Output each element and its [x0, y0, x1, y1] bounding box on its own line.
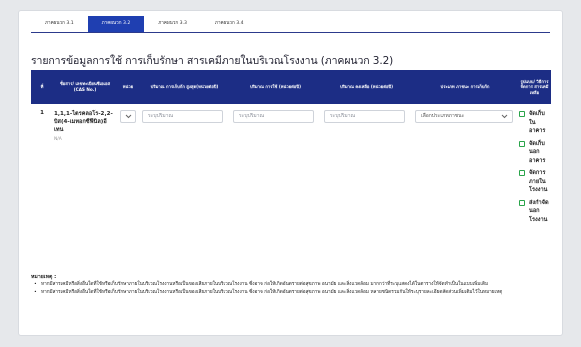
tab-appendix-3-4[interactable]: ภาคผนวก 3.4 — [201, 16, 258, 32]
header-chemical: ชื่อสาร/ เลขทะเบียนซีเอเอส (CAS No.) — [53, 70, 117, 104]
tab-appendix-3-3[interactable]: ภาคผนวก 3.3 — [144, 16, 201, 32]
table-row: 1 1,1,1-ไตรคลอโร-2,2-บิส(4-เมทอกซีฟีนิล)… — [31, 104, 551, 229]
method-option-onsite[interactable]: จัดการภายในโรงงาน — [519, 169, 550, 195]
chemical-cell: 1,1,1-ไตรคลอโร-2,2-บิส(4-เมทอกซีฟีนิล)อี… — [53, 104, 117, 229]
checkbox[interactable] — [519, 111, 525, 117]
container-type-cell: เลือกประเภทภาชนะ — [412, 104, 518, 229]
unit-cell — [117, 104, 139, 229]
header-usage: ปริมาณ การใช้ (หน่วยต่อปี) — [230, 70, 321, 104]
table-header-row: ที่ ชื่อสาร/ เลขทะเบียนซีเอเอส (CAS No.)… — [31, 70, 551, 104]
chemical-table: ที่ ชื่อสาร/ เลขทะเบียนซีเอเอส (CAS No.)… — [31, 70, 551, 229]
method-option-outdoor[interactable]: จัดเก็บนอกอาคาร — [519, 140, 550, 166]
cas-number: N/A — [54, 137, 62, 142]
method-option-offsite[interactable]: ส่งกำจัดนอกโรงงาน — [519, 199, 550, 225]
chevron-down-icon — [125, 114, 131, 119]
storage-cell: ระบุปริมาณ — [139, 104, 230, 229]
checkbox[interactable] — [519, 199, 525, 206]
usage-cell: ระบุปริมาณ — [230, 104, 321, 229]
chemical-name: 1,1,1-ไตรคลอโร-2,2-บิส(4-เมทอกซีฟีนิล)อี… — [54, 111, 113, 133]
usage-input[interactable]: ระบุปริมาณ — [233, 110, 314, 123]
method-label: จัดเก็บในอาคาร — [529, 111, 546, 134]
tab-appendix-3-2[interactable]: ภาคผนวก 3.2 — [87, 16, 145, 32]
chevron-down-icon — [501, 114, 508, 119]
notes-section: หมายเหตุ : หากมีสารเคมีหรือสิ่งอื่นใดที่… — [31, 273, 551, 297]
tab-bar: ภาคผนวก 3.1 ภาคผนวก 3.2 ภาคผนวก 3.3 ภาคผ… — [31, 16, 550, 33]
method-label: ส่งกำจัดนอกโรงงาน — [529, 199, 549, 223]
header-storage: ปริมาณ การเก็บกัก สูงสุด(หน่วยต่อปี) — [139, 70, 230, 104]
remaining-cell: ระบุปริมาณ — [321, 104, 412, 229]
notes-heading: หมายเหตุ : — [31, 274, 57, 280]
method-label: จัดการภายในโรงงาน — [529, 170, 548, 193]
unit-select[interactable] — [120, 110, 136, 123]
page-title: รายการข้อมูลการใช้ การเก็บรักษา สารเคมีภ… — [31, 55, 394, 67]
container-type-select[interactable]: เลือกประเภทภาชนะ — [415, 110, 513, 123]
container-type-value: เลือกประเภทภาชนะ — [421, 113, 465, 119]
checkbox[interactable] — [519, 170, 525, 176]
method-cell: จัดเก็บในอาคาร จัดเก็บนอกอาคาร จัดการภาย… — [518, 104, 551, 229]
header-container-type: ประเภท ภาชนะ การเก็บกัก — [412, 70, 518, 104]
main-card: ภาคผนวก 3.1 ภาคผนวก 3.2 ภาคผนวก 3.3 ภาคผ… — [18, 10, 563, 336]
checkbox[interactable] — [519, 140, 525, 147]
note-item: หากมีสารเคมีหรือสิ่งอื่นใดที่ใช้หรือเก็บ… — [31, 281, 551, 289]
note-item: หากมีสารเคมีหรือสิ่งอื่นใดที่ใช้หรือเก็บ… — [31, 289, 551, 297]
row-index: 1 — [40, 110, 44, 116]
header-method: รูปแบบ/ วิธีการจัดการ สารเคมีเหลือ — [518, 70, 551, 104]
remaining-input[interactable]: ระบุปริมาณ — [324, 110, 405, 123]
header-index: ที่ — [31, 70, 53, 104]
header-remaining: ปริมาณ คงเหลือ (หน่วยต่อปี) — [321, 70, 412, 104]
tab-appendix-3-1[interactable]: ภาคผนวก 3.1 — [31, 16, 88, 32]
header-unit: หน่วย — [117, 70, 139, 104]
storage-input[interactable]: ระบุปริมาณ — [142, 110, 223, 123]
method-label: จัดเก็บนอกอาคาร — [529, 140, 546, 164]
method-option-indoor[interactable]: จัดเก็บในอาคาร — [519, 110, 550, 136]
